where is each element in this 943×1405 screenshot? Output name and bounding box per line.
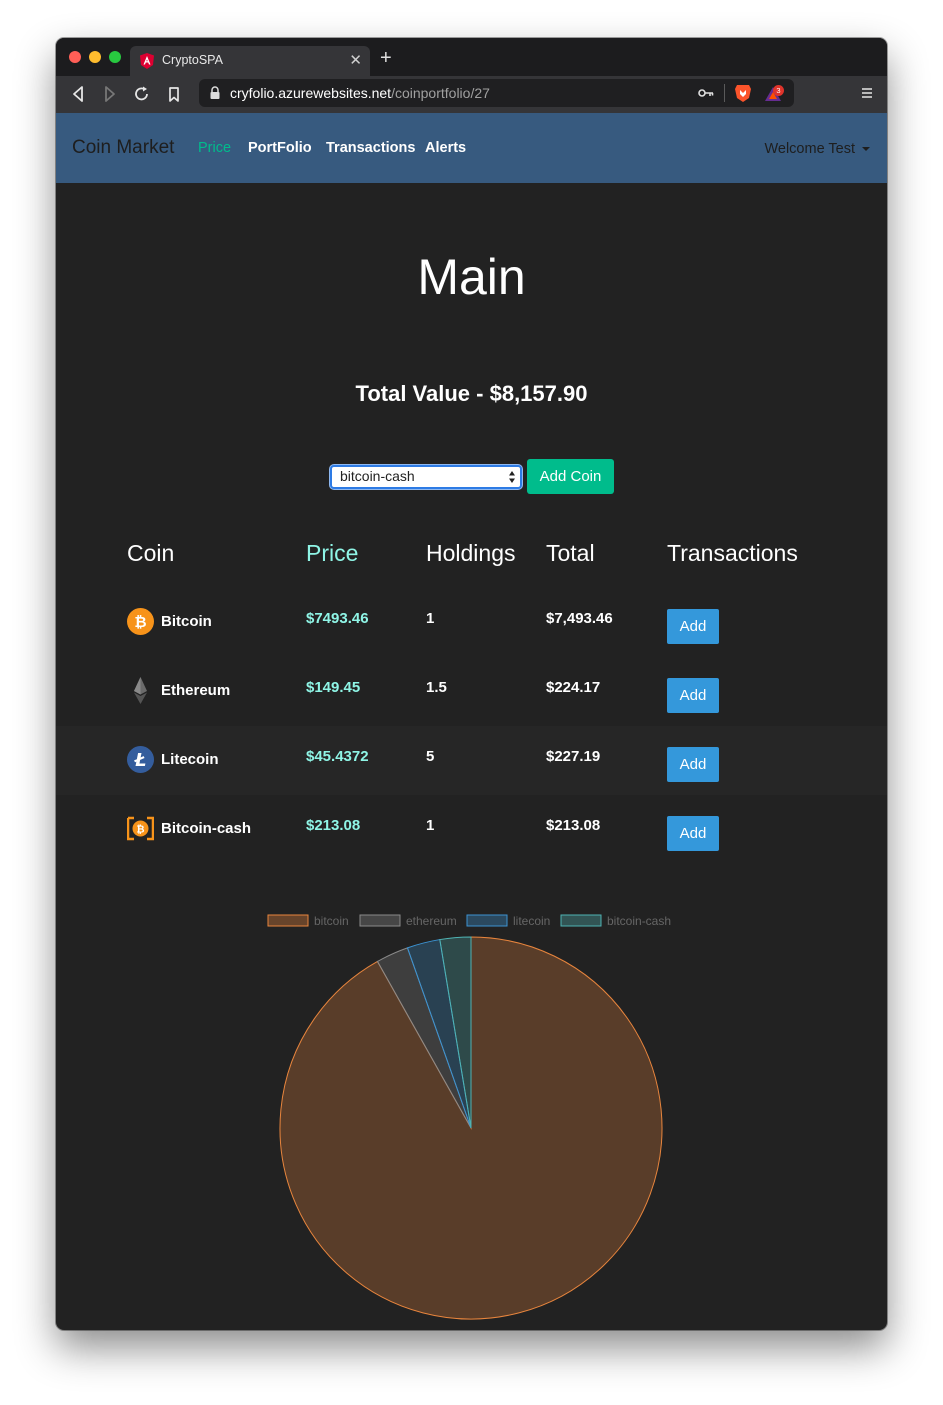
- total-value: Total Value - $8,157.90: [355, 381, 588, 406]
- table-row: Ł Litecoin $45.4372 5 $227.19 Add: [56, 726, 887, 795]
- litecoin-icon: Ł: [127, 746, 154, 773]
- tab-close-icon[interactable]: ✕: [349, 51, 362, 69]
- add-coin-button[interactable]: Add Coin: [527, 459, 614, 494]
- window-minimize-button[interactable]: [89, 51, 101, 63]
- coin-holdings: 1: [426, 610, 435, 627]
- bitcoin-cash-icon: ₿: [127, 816, 154, 841]
- coin-select-value: bitcoin-cash: [340, 468, 415, 484]
- coin-total: $213.08: [546, 817, 601, 834]
- key-icon[interactable]: [698, 86, 714, 100]
- forward-icon[interactable]: [100, 82, 120, 106]
- app-navbar: Coin Market Price PortFolio Transactions…: [56, 113, 887, 183]
- nav-link-price[interactable]: Price: [198, 140, 231, 156]
- caret-down-icon: [862, 147, 870, 152]
- back-icon[interactable]: [68, 82, 88, 106]
- lock-icon: [210, 86, 220, 99]
- tab-strip: CryptoSPA ✕ +: [56, 38, 887, 76]
- coin-total: $227.19: [546, 748, 601, 765]
- ethereum-icon: [134, 677, 147, 704]
- nav-link-portfolio[interactable]: PortFolio: [248, 140, 312, 156]
- legend-swatch-ethereum[interactable]: [359, 914, 401, 927]
- coin-price: $213.08: [306, 817, 361, 834]
- coin-name: Bitcoin-cash: [161, 820, 252, 837]
- coin-holdings: 5: [426, 748, 435, 765]
- add-transaction-button[interactable]: Add: [667, 678, 719, 713]
- svg-text:₿: ₿: [136, 824, 144, 836]
- add-transaction-button[interactable]: Add: [667, 609, 719, 644]
- legend-label-bitcoin[interactable]: bitcoin: [314, 914, 349, 928]
- legend-label-bitcoin-cash[interactable]: bitcoin-cash: [607, 914, 671, 928]
- new-tab-icon[interactable]: +: [380, 47, 392, 70]
- page-title: Main: [417, 249, 526, 305]
- url-separator: [724, 84, 725, 102]
- svg-text:Ł: Ł: [134, 750, 147, 771]
- angular-icon: [140, 53, 154, 69]
- coin-price: $149.45: [306, 679, 361, 696]
- select-arrows-icon: [509, 471, 515, 483]
- coin-name: Litecoin: [161, 751, 219, 768]
- bitcoin-icon: ₿: [127, 608, 154, 635]
- reload-icon[interactable]: [132, 82, 152, 106]
- brand-link[interactable]: Coin Market: [72, 137, 174, 159]
- tab-title: CryptoSPA: [162, 53, 223, 67]
- coin-holdings: 1.5: [426, 679, 447, 696]
- menu-icon[interactable]: [861, 87, 873, 99]
- add-transaction-button[interactable]: Add: [667, 816, 719, 851]
- table-row: ₿ Bitcoin $7493.46 1 $7,493.46 Add: [56, 588, 887, 657]
- user-menu-dropdown[interactable]: Welcome Test: [764, 141, 870, 157]
- brave-shield-icon[interactable]: [734, 83, 752, 103]
- header-total: Total: [546, 540, 595, 566]
- browser-window: CryptoSPA ✕ + cryfolio.azurewebsites.net…: [56, 38, 887, 1330]
- coin-total: $7,493.46: [546, 610, 613, 627]
- legend-label-litecoin[interactable]: litecoin: [513, 914, 550, 928]
- browser-toolbar: cryfolio.azurewebsites.net/coinportfolio…: [56, 76, 887, 113]
- rewards-icon[interactable]: 3: [764, 84, 786, 102]
- user-menu-label: Welcome Test: [764, 141, 855, 157]
- legend-swatch-litecoin[interactable]: [466, 914, 508, 927]
- coin-holdings: 1: [426, 817, 435, 834]
- svg-text:₿: ₿: [134, 613, 146, 631]
- browser-tab[interactable]: CryptoSPA ✕: [130, 46, 370, 76]
- coin-name: Bitcoin: [161, 613, 212, 630]
- holdings-pie-chart: bitcoin ethereum litecoin bitcoin-cash: [267, 914, 671, 1320]
- legend-swatch-bitcoin[interactable]: [267, 914, 309, 927]
- coin-total: $224.17: [546, 679, 601, 696]
- url-path: /coinportfolio/27: [391, 85, 490, 101]
- nav-link-alerts[interactable]: Alerts: [425, 140, 466, 156]
- legend-label-ethereum[interactable]: ethereum: [406, 914, 457, 928]
- coin-price: $45.4372: [306, 748, 369, 765]
- coin-price: $7493.46: [306, 610, 369, 627]
- window-close-button[interactable]: [69, 51, 81, 63]
- table-row: Ethereum $149.45 1.5 $224.17 Add: [56, 657, 887, 726]
- notification-badge: 3: [773, 85, 784, 96]
- url-domain: cryfolio.azurewebsites.net: [230, 85, 392, 101]
- header-transactions: Transactions: [667, 540, 798, 566]
- url-text: cryfolio.azurewebsites.net/coinportfolio…: [230, 85, 490, 101]
- nav-link-transactions[interactable]: Transactions: [326, 140, 415, 156]
- coin-name: Ethereum: [161, 682, 231, 699]
- window-maximize-button[interactable]: [109, 51, 121, 63]
- header-price: Price: [306, 540, 359, 566]
- header-holdings: Holdings: [426, 540, 516, 566]
- legend-swatch-bitcoin-cash[interactable]: [560, 914, 602, 927]
- bookmark-icon[interactable]: [164, 82, 184, 106]
- coin-select[interactable]: bitcoin-cash: [330, 465, 522, 489]
- add-transaction-button[interactable]: Add: [667, 747, 719, 782]
- table-row: ₿ Bitcoin-cash $213.08 1 $213.08 Add: [56, 795, 887, 864]
- header-coin: Coin: [127, 540, 175, 566]
- address-bar[interactable]: cryfolio.azurewebsites.net/coinportfolio…: [199, 79, 794, 107]
